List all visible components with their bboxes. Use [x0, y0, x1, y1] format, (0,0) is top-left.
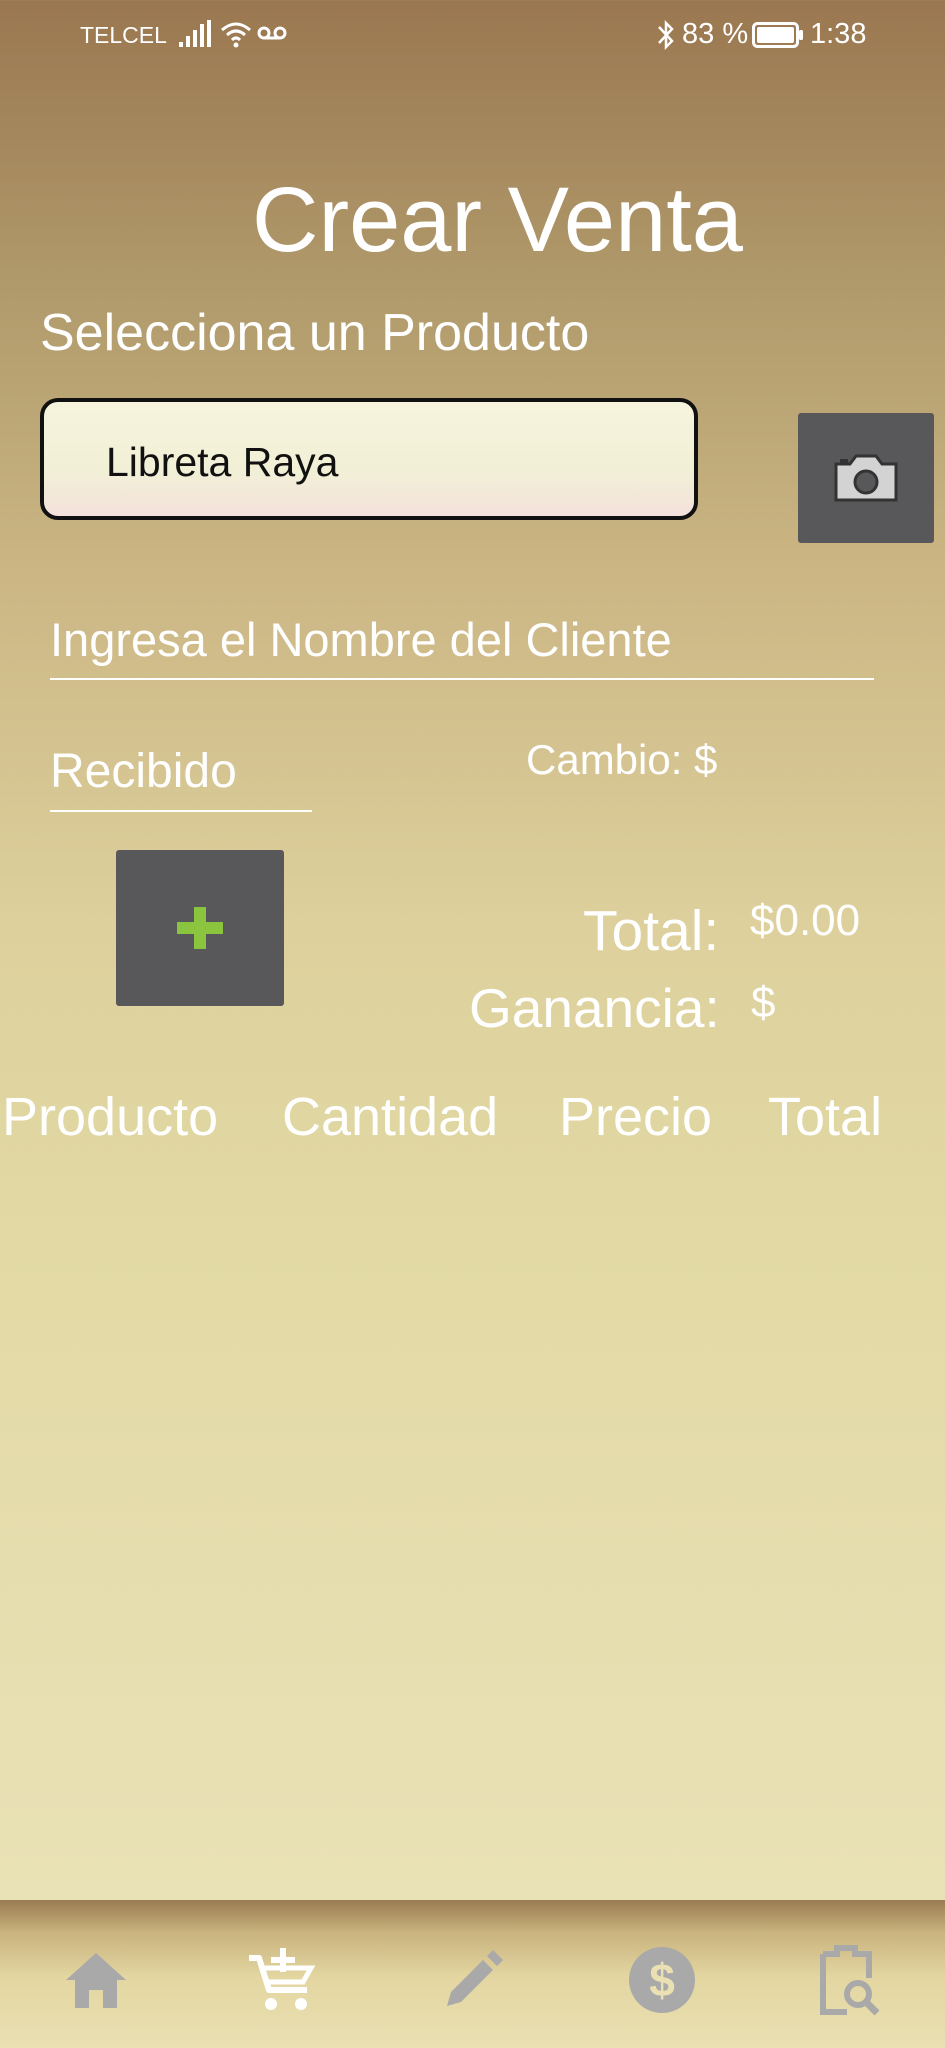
add-cart-icon [249, 1948, 316, 2010]
column-header-cantidad: Cantidad [282, 1087, 499, 1147]
nav-edit[interactable] [433, 1940, 513, 2020]
battery-icon [752, 22, 804, 53]
nav-home[interactable] [56, 1940, 136, 2020]
client-name-placeholder: Ingresa el Nombre del Cliente [50, 613, 672, 666]
wifi-icon [220, 20, 252, 53]
signal-icon [178, 20, 212, 53]
pencil-icon [447, 1950, 503, 2006]
client-name-field[interactable]: Ingresa el Nombre del Cliente [50, 600, 874, 680]
clock: 1:38 [810, 18, 867, 50]
column-header-producto: Producto [2, 1087, 219, 1147]
total-value: $0.00 [750, 896, 861, 945]
total-label: Total: [583, 899, 720, 963]
dollar-icon: $ [629, 1947, 695, 2013]
change-label: Cambio: $ [526, 736, 718, 783]
column-header-precio: Precio [559, 1087, 713, 1147]
column-header-total: Total [768, 1087, 883, 1147]
svg-text:$: $ [649, 1954, 675, 2006]
bottom-navigation: $ [0, 1900, 945, 2048]
camera-icon [834, 454, 898, 502]
page-title: Crear Venta [252, 169, 743, 271]
carrier-name: TELCEL [80, 22, 167, 48]
add-product-button[interactable] [116, 850, 284, 1006]
product-select-value: Libreta Raya [106, 439, 339, 485]
clipboard-search-icon [820, 1945, 880, 2016]
plus-icon [177, 907, 223, 949]
product-select[interactable]: Libreta Raya [40, 398, 698, 520]
home-icon [66, 1953, 126, 2008]
profit-label: Ganancia: [469, 977, 720, 1039]
received-placeholder: Recibido [50, 745, 237, 798]
product-select-label: Selecciona un Producto [40, 304, 590, 362]
nav-create-sale[interactable] [242, 1940, 322, 2020]
received-field[interactable]: Recibido [50, 730, 312, 812]
nav-finances[interactable]: $ [622, 1940, 702, 2020]
battery-percentage: 83 % [682, 18, 749, 50]
bluetooth-icon [656, 18, 676, 57]
nav-reports[interactable] [810, 1940, 890, 2020]
status-bar: TELCEL 83 % 1:38 [0, 0, 945, 72]
scan-camera-button[interactable] [798, 413, 934, 543]
profit-value: $ [751, 978, 776, 1027]
voicemail-icon [257, 24, 287, 47]
